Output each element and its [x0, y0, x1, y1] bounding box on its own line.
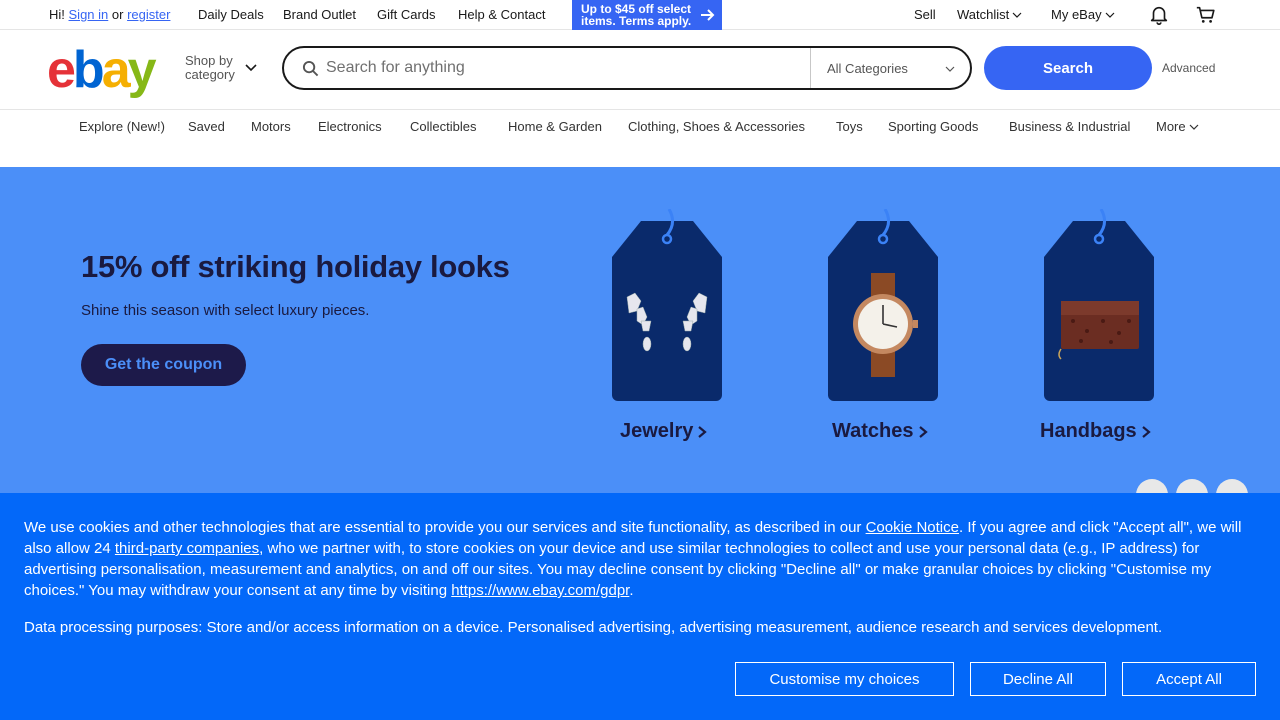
gdpr-link[interactable]: https://www.ebay.com/gdpr	[451, 582, 629, 599]
nav-collectibles[interactable]: Collectibles	[410, 119, 476, 134]
chevron-down-icon	[1012, 12, 1022, 18]
chevron-down-icon[interactable]	[244, 61, 258, 75]
data-processing-text: Data processing purposes: Store and/or a…	[24, 619, 1163, 636]
watchlist-label: Watchlist	[957, 7, 1010, 22]
logo-letter: e	[47, 41, 76, 99]
nav-electronics[interactable]: Electronics	[318, 119, 382, 134]
cookie-text-a: We use cookies and other technologies th…	[24, 519, 866, 536]
sell-link[interactable]: Sell	[914, 7, 936, 22]
third-party-companies-link[interactable]: third-party companies	[115, 540, 259, 557]
cookie-notice-text: We use cookies and other technologies th…	[24, 517, 1256, 601]
get-coupon-button[interactable]: Get the coupon	[81, 344, 246, 386]
search-divider	[810, 48, 811, 88]
nav-more[interactable]: More	[1156, 119, 1199, 134]
my-ebay-menu[interactable]: My eBay	[1051, 7, 1115, 22]
nav-motors[interactable]: Motors	[251, 119, 291, 134]
shop-by-line1: Shop by	[185, 53, 233, 68]
search-icon	[302, 60, 319, 77]
category-select[interactable]: All Categories	[827, 61, 908, 76]
register-link[interactable]: register	[127, 7, 170, 22]
watches-tag-image[interactable]	[827, 209, 939, 404]
shop-by-category[interactable]: Shop by category	[185, 54, 235, 82]
jewelry-tag-image[interactable]	[611, 209, 723, 404]
signin-link[interactable]: Sign in	[69, 7, 109, 22]
gift-cards-link[interactable]: Gift Cards	[377, 7, 436, 22]
cookie-text-d: .	[629, 582, 634, 599]
greeting: Hi! Sign in or register	[49, 7, 170, 22]
ebay-logo[interactable]: ebay	[47, 40, 157, 99]
handbags-tag-image[interactable]	[1043, 209, 1155, 404]
search-input[interactable]	[326, 56, 796, 80]
nav-clothing[interactable]: Clothing, Shoes & Accessories	[628, 119, 805, 134]
handbags-label: Handbags	[1040, 420, 1137, 442]
advanced-search-link[interactable]: Advanced	[1162, 61, 1215, 75]
header-divider	[0, 109, 1280, 110]
logo-letter: a	[101, 41, 131, 99]
hero-title: 15% off striking holiday looks	[81, 249, 510, 284]
chevron-right-icon	[918, 425, 928, 438]
decline-all-button[interactable]: Decline All	[970, 662, 1106, 696]
top-utility-bar: Hi! Sign in or register Daily Deals Bran…	[0, 0, 1280, 30]
search-bar: All Categories	[282, 46, 972, 90]
chevron-down-icon	[1105, 12, 1115, 18]
daily-deals-link[interactable]: Daily Deals	[198, 7, 264, 22]
help-contact-link[interactable]: Help & Contact	[458, 7, 545, 22]
cart-icon[interactable]	[1195, 4, 1217, 26]
my-ebay-label: My eBay	[1051, 7, 1102, 22]
hero-banner: 15% off striking holiday looks Shine thi…	[0, 167, 1280, 511]
or-text: or	[111, 7, 124, 22]
chevron-right-icon	[1141, 425, 1151, 438]
notification-bell-icon[interactable]	[1148, 4, 1170, 26]
customise-choices-button[interactable]: Customise my choices	[735, 662, 954, 696]
watches-label: Watches	[832, 420, 914, 442]
cookie-notice-link[interactable]: Cookie Notice	[866, 519, 959, 536]
promo-banner[interactable]: Up to $45 off select items. Terms apply.	[572, 0, 722, 30]
nav-toys[interactable]: Toys	[836, 119, 863, 134]
watches-link[interactable]: Watches	[832, 420, 929, 443]
nav-more-label: More	[1156, 119, 1186, 134]
handbags-link[interactable]: Handbags	[1040, 420, 1152, 443]
nav-explore[interactable]: Explore (New!)	[79, 119, 165, 134]
watchlist-menu[interactable]: Watchlist	[957, 7, 1022, 22]
hero-subtitle: Shine this season with select luxury pie…	[81, 302, 370, 319]
shop-by-line2: category	[185, 67, 235, 82]
search-button[interactable]: Search	[984, 46, 1152, 90]
chevron-right-icon	[698, 425, 708, 438]
chevron-down-icon[interactable]	[945, 64, 955, 74]
logo-letter: y	[127, 41, 157, 99]
logo-letter: b	[72, 41, 105, 99]
jewelry-link[interactable]: Jewelry	[620, 420, 708, 443]
accept-all-button[interactable]: Accept All	[1122, 662, 1256, 696]
nav-business-industrial[interactable]: Business & Industrial	[1009, 119, 1130, 134]
chevron-down-icon	[1189, 124, 1199, 130]
greeting-text: Hi!	[49, 7, 65, 22]
nav-saved[interactable]: Saved	[188, 119, 225, 134]
jewelry-label: Jewelry	[620, 420, 694, 442]
cookie-consent-banner: We use cookies and other technologies th…	[0, 493, 1280, 720]
arrow-right-icon	[701, 9, 715, 21]
nav-sporting-goods[interactable]: Sporting Goods	[888, 119, 978, 134]
brand-outlet-link[interactable]: Brand Outlet	[283, 7, 356, 22]
nav-home-garden[interactable]: Home & Garden	[508, 119, 602, 134]
